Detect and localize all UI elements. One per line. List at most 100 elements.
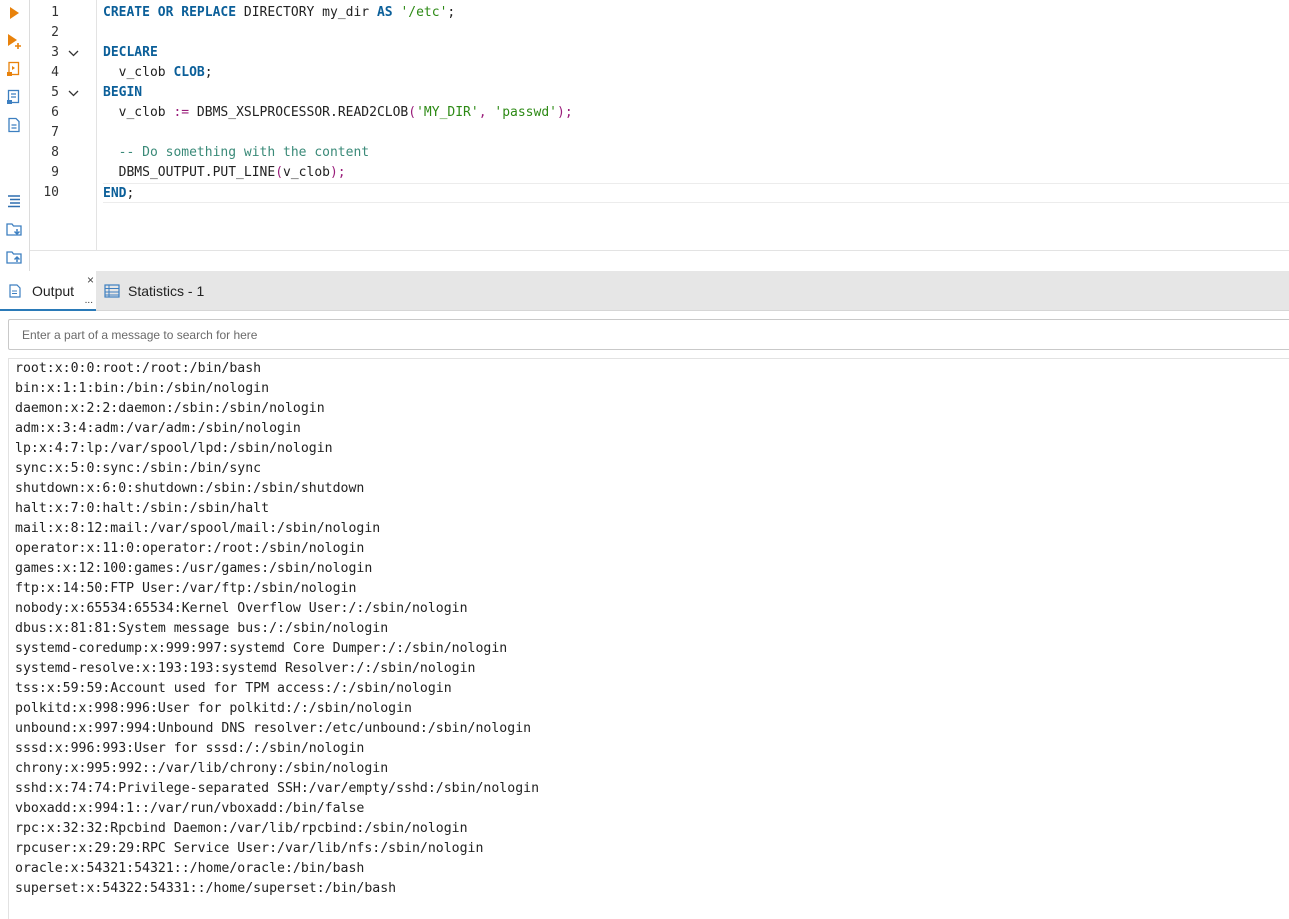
table-grid-icon	[104, 284, 120, 301]
output-line: unbound:x:997:994:Unbound DNS resolver:/…	[15, 721, 532, 736]
code-token: END	[103, 186, 127, 201]
code-token: ,	[478, 105, 495, 120]
tab-output-label: Output	[32, 283, 75, 299]
code-line[interactable]: BEGIN	[103, 83, 1289, 103]
code-token: BEGIN	[103, 85, 143, 100]
output-line: ftp:x:14:50:FTP User:/var/ftp:/sbin/nolo…	[15, 581, 357, 596]
output-line: tss:x:59:59:Account used for TPM access:…	[15, 681, 452, 696]
fold-chevron-icon[interactable]	[67, 83, 79, 103]
output-line: rpcuser:x:29:29:RPC Service User:/var/li…	[15, 841, 484, 856]
code-token: DBMS_OUTPUT.PUT_LINE	[103, 165, 276, 180]
line-number: 10	[43, 185, 59, 200]
code-line[interactable]: -- Do something with the content	[103, 143, 1289, 163]
output-line: mail:x:8:12:mail:/var/spool/mail:/sbin/n…	[15, 521, 381, 536]
output-search-input[interactable]	[8, 319, 1289, 350]
line-number: 6	[51, 105, 59, 120]
output-line: polkitd:x:998:996:User for polkitd:/:/sb…	[15, 701, 412, 716]
code-line[interactable]: v_clob := DBMS_XSLPROCESSOR.READ2CLOB('M…	[103, 103, 1289, 123]
tab-statistics-label: Statistics - 1	[128, 283, 205, 299]
line-number: 1	[51, 5, 59, 20]
code-token: (	[275, 165, 284, 180]
line-number-gutter: 1 2 3 4 5 6 7 8 9 10	[30, 0, 97, 250]
line-number: 2	[51, 25, 59, 40]
line-number: 9	[51, 165, 59, 180]
output-line: lp:x:4:7:lp:/var/spool/lpd:/sbin/nologin	[15, 441, 333, 456]
open-from-folder-icon[interactable]	[4, 247, 24, 267]
line-number: 4	[51, 65, 59, 80]
tab-output[interactable]: Output × ...	[0, 271, 96, 311]
code-token: v_clob	[283, 165, 330, 180]
output-line: superset:x:54322:54331::/home/superset:/…	[15, 881, 397, 896]
line-number: 7	[51, 125, 59, 140]
code-token: ;	[126, 186, 135, 201]
code-token: AS	[376, 5, 393, 20]
code-token: REPLACE	[181, 5, 237, 20]
code-token: OR	[157, 5, 174, 20]
editor-divider	[30, 250, 1289, 251]
code-token: '/etc'	[400, 5, 448, 20]
line-number: 8	[51, 145, 59, 160]
tab-statistics[interactable]: Statistics - 1	[97, 271, 217, 311]
code-line[interactable]: v_clob CLOB;	[103, 63, 1289, 83]
execute-statement-icon[interactable]	[4, 3, 24, 23]
code-token: 'passwd'	[494, 105, 557, 120]
code-token: -- Do something with the content	[118, 145, 370, 160]
code-token: );	[557, 105, 573, 120]
code-token: CREATE	[103, 5, 150, 20]
code-token: v_clob	[103, 65, 174, 80]
code-line[interactable]	[103, 23, 1289, 43]
code-token: DBMS_XSLPROCESSOR.READ2CLOB	[189, 105, 409, 120]
output-log: root:x:0:0:root:/root:/bin/bash bin:x:1:1…	[8, 358, 1289, 919]
editor-toolbar	[0, 0, 30, 271]
output-line: games:x:12:100:games:/usr/games:/sbin/no…	[15, 561, 373, 576]
export-data-icon[interactable]	[4, 87, 24, 107]
output-line: rpc:x:32:32:Rpcbind Daemon:/var/lib/rpcb…	[15, 821, 468, 836]
output-line: sshd:x:74:74:Privilege-separated SSH:/va…	[15, 781, 540, 796]
more-icon[interactable]: ...	[85, 296, 93, 306]
output-line: oracle:x:54321:54321::/home/oracle:/bin/…	[15, 861, 365, 876]
code-area[interactable]: CREATE OR REPLACE DIRECTORY my_dir AS '/…	[103, 3, 1289, 203]
output-line: shutdown:x:6:0:shutdown:/sbin:/sbin/shut…	[15, 481, 365, 496]
close-icon[interactable]: ×	[87, 274, 94, 286]
code-line[interactable]: DECLARE	[103, 43, 1289, 63]
code-token: 'MY_DIR'	[416, 105, 479, 120]
code-token: DECLARE	[103, 45, 158, 60]
format-sql-icon[interactable]	[4, 191, 24, 211]
load-script-icon[interactable]	[4, 115, 24, 135]
result-tabs: Output × ... Statistics - 1	[0, 271, 1289, 311]
output-line: adm:x:3:4:adm:/var/adm:/sbin/nologin	[15, 421, 301, 436]
code-token: (	[408, 105, 417, 120]
code-line[interactable]: DBMS_OUTPUT.PUT_LINE(v_clob);	[103, 163, 1289, 183]
fold-chevron-icon[interactable]	[67, 43, 79, 63]
output-line: bin:x:1:1:bin:/bin:/sbin/nologin	[15, 381, 270, 396]
save-to-folder-icon[interactable]	[4, 219, 24, 239]
output-line: halt:x:7:0:halt:/sbin:/sbin/halt	[15, 501, 270, 516]
output-line: systemd-coredump:x:999:997:systemd Core …	[15, 641, 508, 656]
output-line: vboxadd:x:994:1::/var/run/vboxadd:/bin/f…	[15, 801, 365, 816]
code-token: ;	[204, 65, 213, 80]
sql-editor[interactable]: 1 2 3 4 5 6 7 8 9 10 CREATE OR REPLACE DIRECTORY …	[30, 0, 1289, 271]
line-number: 3	[51, 45, 59, 60]
code-token: );	[329, 165, 346, 180]
explain-plan-icon[interactable]	[4, 59, 24, 79]
code-line[interactable]: END;	[103, 183, 1289, 203]
code-line[interactable]	[103, 123, 1289, 143]
output-line: sssd:x:996:993:User for sssd:/:/sbin/nol…	[15, 741, 365, 756]
output-line: chrony:x:995:992::/var/lib/chrony:/sbin/…	[15, 761, 389, 776]
output-line: sync:x:5:0:sync:/sbin:/bin/sync	[15, 461, 262, 476]
line-number: 5	[51, 85, 59, 100]
code-token: ;	[447, 5, 456, 20]
output-line: nobody:x:65534:65534:Kernel Overflow Use…	[15, 601, 468, 616]
output-line: daemon:x:2:2:daemon:/sbin:/sbin/nologin	[15, 401, 325, 416]
output-line: operator:x:11:0:operator:/root:/sbin/nol…	[15, 541, 365, 556]
code-token: v_clob	[103, 105, 174, 120]
code-token: CLOB	[173, 65, 205, 80]
output-line: systemd-resolve:x:193:193:systemd Resolv…	[15, 661, 476, 676]
code-line[interactable]: CREATE OR REPLACE DIRECTORY my_dir AS '/…	[103, 3, 1289, 23]
code-token: DIRECTORY my_dir	[236, 5, 377, 20]
code-token: :=	[173, 105, 190, 120]
execute-script-icon[interactable]	[4, 31, 24, 51]
output-document-icon	[9, 284, 21, 301]
output-line: dbus:x:81:81:System message bus:/:/sbin/…	[15, 621, 389, 636]
